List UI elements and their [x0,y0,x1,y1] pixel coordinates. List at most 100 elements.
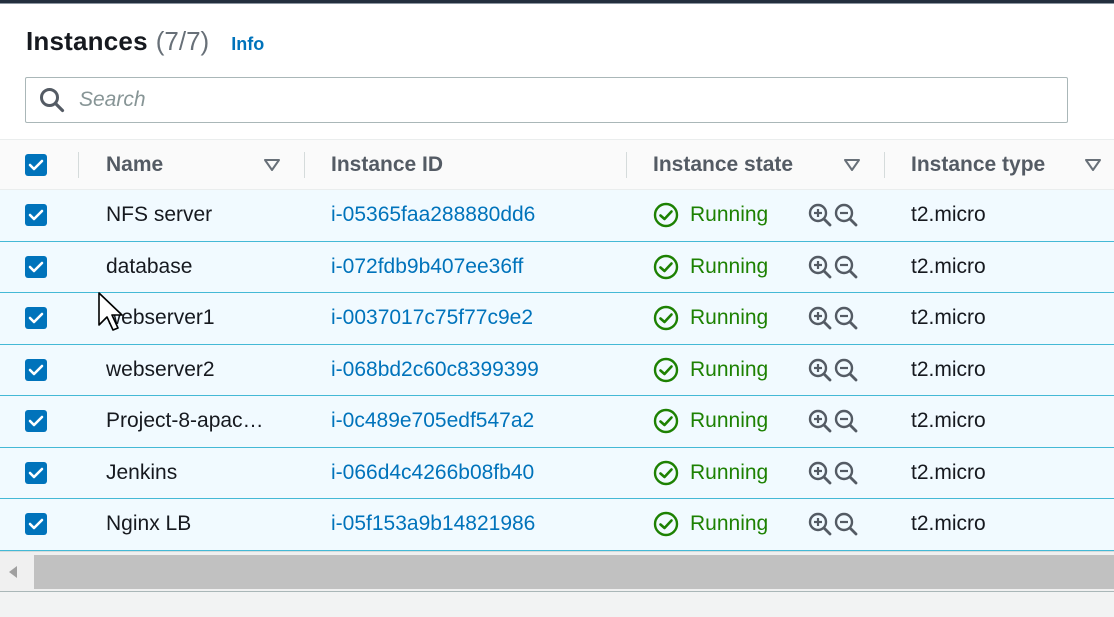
instance-id-link[interactable]: i-05365faa288880dd6 [331,190,535,240]
instance-type: t2.micro [911,203,986,226]
instances-table: Name Instance ID Instance state Instance… [0,139,1114,551]
zoom-controls [807,448,859,498]
search-box[interactable] [25,77,1068,123]
zoom-controls [807,499,859,549]
checkbox-checked-icon [25,255,47,278]
column-divider [304,152,305,178]
state-label: Running [690,357,769,381]
table-row[interactable]: Project-8-apac… i-0c489e705edf547a2 Runn… [0,396,1114,448]
instance-count: (7/7) [155,26,210,56]
column-divider [78,152,79,178]
row-checkbox[interactable] [25,293,47,343]
zoom-in-icon[interactable] [807,254,833,280]
instance-type: t2.micro [911,512,986,535]
instance-state: Running [653,293,768,343]
instance-name: NFS server [106,203,213,226]
instance-state: Running [653,448,768,498]
check-circle-icon [653,511,679,537]
check-circle-icon [653,254,679,279]
search-input[interactable] [79,88,979,112]
sort-caret-icon[interactable] [1084,140,1102,190]
row-checkbox[interactable] [25,396,47,446]
state-label: Running [690,460,769,484]
horizontal-scrollbar[interactable] [0,551,1114,591]
column-header-instance-id[interactable]: Instance ID [331,140,443,190]
mouse-cursor-icon [98,292,124,337]
instance-name: webserver2 [106,357,215,381]
check-circle-icon [653,460,679,485]
table-row[interactable]: webserver2 i-068bd2c60c8399399 Running t… [0,344,1114,396]
table-row[interactable]: Jenkins i-066d4c4266b08fb40 Running t2.m… [0,447,1114,499]
instance-id-link[interactable]: i-072fdb9b407ee36ff [331,242,523,292]
page-title: Instances [26,26,148,56]
row-checkbox[interactable] [25,448,47,498]
zoom-controls [807,293,859,343]
instance-name: Project-8-apac… [106,409,264,432]
zoom-controls [807,242,859,292]
instance-id-link[interactable]: i-0c489e705edf547a2 [331,396,534,446]
instance-id-link[interactable]: i-0037017c75f77c9e2 [331,293,533,343]
zoom-in-icon[interactable] [807,460,833,486]
instance-state: Running [653,396,768,446]
zoom-out-icon[interactable] [833,305,859,331]
zoom-out-icon[interactable] [833,202,859,228]
state-label: Running [690,512,769,535]
checkbox-checked-icon [25,307,47,329]
column-header-instance-state[interactable]: Instance state [653,140,793,190]
column-header-name[interactable]: Name [106,140,163,190]
checkbox-checked-icon [25,358,47,381]
bottom-panel [0,591,1114,617]
instance-state: Running [653,190,768,240]
state-label: Running [690,306,769,329]
zoom-controls [807,190,859,240]
checkbox-checked-icon [25,204,47,226]
select-all-checkbox[interactable] [25,140,47,190]
instance-id-link[interactable]: i-068bd2c60c8399399 [331,345,539,395]
zoom-in-icon[interactable] [807,408,833,434]
instance-state: Running [653,345,768,395]
zoom-out-icon[interactable] [833,408,859,434]
zoom-in-icon[interactable] [807,202,833,228]
row-checkbox[interactable] [25,499,47,549]
sort-caret-icon[interactable] [263,140,281,190]
checkbox-checked-icon [25,410,47,432]
zoom-out-icon[interactable] [833,357,859,383]
instance-id-link[interactable]: i-05f153a9b14821986 [331,499,535,549]
zoom-controls [807,345,859,395]
instances-header: Instances (7/7) Info [26,26,264,62]
instance-name: Nginx LB [106,512,192,535]
zoom-out-icon[interactable] [833,254,859,280]
instance-state: Running [653,499,768,549]
zoom-in-icon[interactable] [807,511,833,537]
row-checkbox[interactable] [25,190,47,240]
state-label: Running [690,203,769,226]
state-label: Running [690,409,769,432]
column-header-instance-type[interactable]: Instance type [911,140,1045,190]
row-checkbox[interactable] [25,345,47,395]
table-row[interactable]: NFS server i-05365faa288880dd6 Running t… [0,190,1114,242]
top-border [0,0,1114,4]
scroll-left-arrow-icon[interactable] [6,564,20,585]
table-row[interactable]: database i-072fdb9b407ee36ff Running t2.… [0,241,1114,293]
checkbox-checked-icon [25,461,47,484]
instance-type: t2.micro [911,254,986,278]
zoom-out-icon[interactable] [833,511,859,537]
table-row[interactable]: webserver1 i-0037017c75f77c9e2 Running t… [0,293,1114,345]
instance-state: Running [653,242,768,292]
scrollbar-thumb[interactable] [34,555,1114,589]
check-circle-icon [653,305,679,331]
table-header: Name Instance ID Instance state Instance… [0,139,1114,190]
zoom-controls [807,396,859,446]
check-circle-icon [653,202,679,228]
zoom-in-icon[interactable] [807,305,833,331]
zoom-out-icon[interactable] [833,460,859,486]
instance-name: Jenkins [106,460,178,484]
instance-id-link[interactable]: i-066d4c4266b08fb40 [331,448,534,498]
instance-type: t2.micro [911,460,986,484]
table-row[interactable]: Nginx LB i-05f153a9b14821986 Running t2.… [0,499,1114,551]
sort-caret-icon[interactable] [843,140,861,190]
zoom-in-icon[interactable] [807,357,833,383]
row-checkbox[interactable] [25,242,47,292]
table-body: NFS server i-05365faa288880dd6 Running t… [0,190,1114,551]
info-link[interactable]: Info [231,34,264,55]
